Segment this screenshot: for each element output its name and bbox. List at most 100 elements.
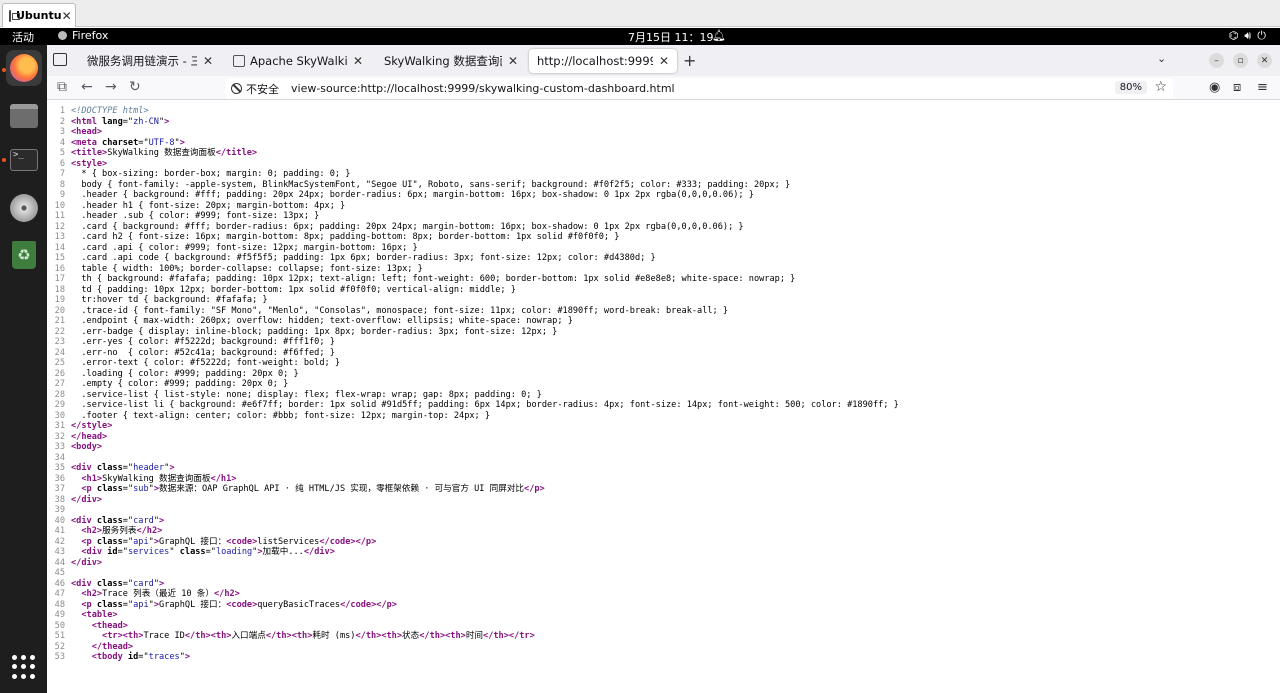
activities-button[interactable]: 活动: [12, 29, 34, 45]
tab-label: 微服务调用链演示 - 三层架构: [87, 54, 197, 68]
back-icon[interactable]: ←: [81, 79, 93, 95]
source-line: 5 <title>SkyWalking 数据查询面板</title>: [47, 148, 1280, 159]
code-token: 加载中...: [262, 547, 304, 557]
line-number: 1: [59, 106, 65, 116]
line-number: 35: [54, 463, 65, 473]
line-number: 19: [54, 295, 65, 305]
code-token: </h2>: [213, 589, 240, 599]
line-number: 42: [54, 536, 65, 547]
code-token: .trace-id { font-family: "SF Mono", "Men…: [71, 305, 729, 316]
code-token: </th><th>: [419, 631, 466, 641]
source-line: 28 .service-list { list-style: none; dis…: [47, 390, 1280, 401]
code-token: <table>: [81, 610, 118, 620]
source-line: 31 </style>: [47, 421, 1280, 432]
sidebar-icon[interactable]: ⧉: [57, 79, 67, 95]
close-icon[interactable]: ✕: [62, 9, 72, 23]
minimize-icon[interactable]: –: [1209, 53, 1224, 68]
code-token: UTF-8: [148, 137, 175, 148]
code-token: .err-yes { color: #f5222d; background: #…: [71, 337, 335, 347]
extensions-icon[interactable]: ⧈: [1233, 80, 1241, 95]
source-line: 24 .err-no { color: #52c41a; background:…: [47, 348, 1280, 359]
view-source-content[interactable]: 1 <!DOCTYPE html> 2 <html lang="zh-CN"> 3 <he…: [47, 100, 1280, 693]
line-code: <style>: [71, 159, 107, 170]
close-icon[interactable]: ✕: [659, 54, 669, 68]
line-number: 28: [54, 389, 65, 400]
source-line: 51 <tr><th>Trace ID</th><th>入口端点</th><th…: [47, 631, 1280, 642]
dock-trash[interactable]: ♻: [6, 237, 42, 273]
dock-disc[interactable]: [6, 190, 42, 226]
line-code: * { box-sizing: border-box; margin: 0; p…: [71, 169, 350, 180]
system-tray[interactable]: ⌬🔊︎⏻: [1229, 29, 1272, 43]
reload-icon[interactable]: ↻: [129, 79, 141, 95]
code-token: </th><th>: [265, 631, 313, 641]
source-line: 48 <p class="api">GraphQL 接口：<code>query…: [47, 600, 1280, 611]
list-all-tabs-icon[interactable]: [53, 53, 67, 66]
line-code: <div class="card">: [71, 579, 164, 590]
code-token: </th><th>: [184, 631, 232, 641]
code-token: 入口端点: [231, 631, 266, 641]
tab-label: Apache SkyWalking: [250, 54, 347, 68]
code-token: >: [184, 652, 191, 662]
source-line: 50 <thead>: [47, 621, 1280, 632]
chevron-down-icon[interactable]: ⌄: [1157, 52, 1166, 65]
bookmark-star-icon[interactable]: ☆: [1154, 79, 1167, 95]
forward-icon[interactable]: →: [105, 79, 117, 95]
line-code: td { padding: 10px 12px; border-bottom: …: [71, 285, 516, 296]
insecure-icon[interactable]: [231, 83, 242, 94]
tab-1[interactable]: Apache SkyWalking ✕: [225, 49, 371, 73]
code-token: td { padding: 10px 12px; border-bottom: …: [71, 284, 516, 295]
account-icon[interactable]: ◉: [1209, 80, 1220, 95]
new-tab-icon[interactable]: +: [683, 51, 696, 70]
url-bar[interactable]: 不安全 view-source:http://localhost:9999/sk…: [225, 78, 1173, 99]
source-line: 21 .endpoint { max-width: 260px; overflo…: [47, 316, 1280, 327]
line-code: <title>SkyWalking 数据查询面板</title>: [71, 148, 257, 159]
code-token: 服务列表: [102, 526, 137, 536]
code-token: .header .sub { color: #999; font-size: 1…: [71, 211, 320, 221]
close-icon[interactable]: ✕: [508, 54, 518, 68]
tab-0[interactable]: 微服务调用链演示 - 三层架构 ✕: [79, 49, 221, 73]
insecure-label[interactable]: 不安全: [246, 81, 279, 97]
app-menu[interactable]: Firefox: [58, 29, 108, 42]
source-line: 10 .header h1 { font-size: 20px; margin-…: [47, 201, 1280, 212]
line-code: <h1>SkyWalking 数据查询面板</h1>: [71, 474, 236, 485]
url-text[interactable]: view-source:http://localhost:9999/skywal…: [291, 82, 675, 95]
zoom-level[interactable]: 80%: [1114, 81, 1147, 94]
code-token: <code>: [226, 599, 258, 610]
tab-3-active[interactable]: http://localhost:9999/skywa ✕: [529, 49, 677, 73]
code-token: class: [96, 484, 123, 494]
line-number: 10: [54, 200, 65, 211]
line-code: <div class="header">: [71, 463, 175, 474]
code-token: <h1>: [81, 473, 103, 484]
line-code: <table>: [71, 610, 118, 621]
notification-icon[interactable]: 🔔︎: [712, 29, 726, 42]
code-token: =": [138, 137, 149, 148]
dock-files[interactable]: [6, 98, 42, 134]
clock[interactable]: 7月15日 11：19: [628, 29, 714, 45]
close-icon[interactable]: ✕: [203, 54, 213, 68]
close-icon[interactable]: ✕: [353, 54, 363, 68]
line-code: .err-badge { display: inline-block; padd…: [71, 327, 557, 338]
show-apps-icon[interactable]: [12, 655, 36, 679]
line-number: 49: [54, 610, 65, 620]
line-number: 25: [54, 358, 65, 368]
line-number: 4: [59, 137, 65, 148]
source-line: 32 </head>: [47, 432, 1280, 443]
code-token: .card .api { color: #999; font-size: 12p…: [71, 242, 418, 253]
dock-terminal[interactable]: >_: [6, 142, 42, 178]
firefox-icon: [10, 54, 38, 82]
line-code: <p class="api">GraphQL 接口：<code>listServ…: [71, 537, 376, 548]
code-token: .card { background: #fff; border-radius:…: [71, 221, 744, 232]
tab-label: http://localhost:9999/skywa: [537, 54, 653, 68]
menu-icon[interactable]: ≡: [1257, 80, 1268, 95]
maximize-icon[interactable]: ▫: [1233, 53, 1248, 68]
close-window-icon[interactable]: ✕: [1257, 53, 1272, 68]
dock-firefox[interactable]: [6, 50, 42, 86]
tab-2[interactable]: SkyWalking 数据查询面板 ✕: [376, 49, 526, 73]
vm-tab-ubuntu[interactable]: Ubuntu ✕: [2, 3, 76, 27]
code-token: table { width: 100%; border-collapse: co…: [71, 263, 423, 274]
